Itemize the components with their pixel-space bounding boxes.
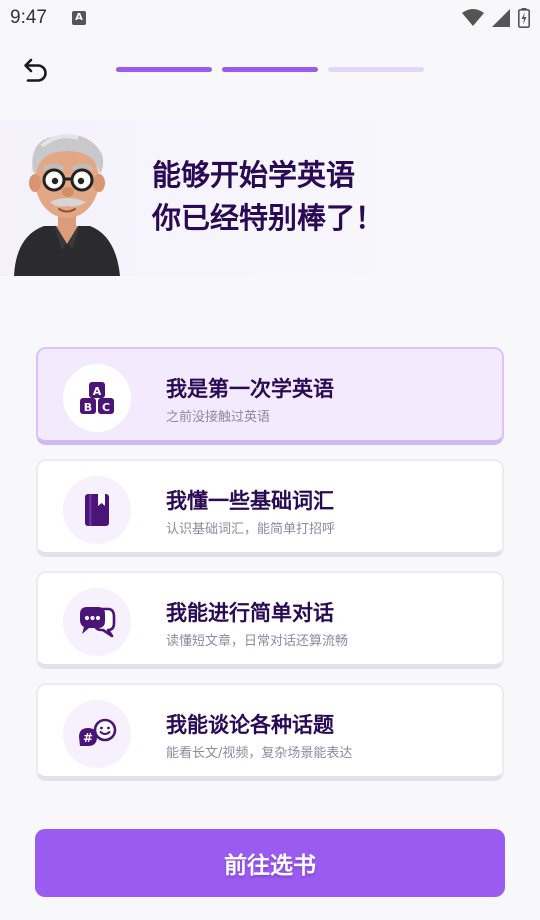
progress-segment: [328, 67, 424, 72]
go-select-book-button[interactable]: 前往选书: [35, 829, 505, 897]
hashtag-smile-icon: #: [63, 700, 131, 768]
progress-indicator: [116, 67, 424, 72]
hero-line-2: 你已经特别棒了！: [152, 201, 385, 235]
option-title: 我能谈论各种话题: [166, 713, 334, 737]
progress-segment: [116, 67, 212, 72]
progress-segment: [222, 67, 318, 72]
option-title: 我是第一次学英语: [166, 377, 334, 401]
battery-icon: [518, 8, 530, 28]
hero-message: 能够开始学英语 你已经特别棒了！: [152, 154, 384, 240]
option-simple-conversation[interactable]: 我能进行简单对话 读懂短文章，日常对话还算流畅: [36, 571, 504, 669]
abc-blocks-icon: A B C: [63, 364, 131, 432]
chat-bubbles-icon: [63, 588, 131, 656]
grandpa-avatar: [8, 128, 126, 276]
option-subtitle: 能看长文/视频，复杂场景能表达: [166, 746, 353, 761]
svg-text:A: A: [93, 385, 102, 398]
svg-text:C: C: [102, 401, 110, 414]
hero-line-1: 能够开始学英语: [152, 158, 356, 192]
option-various-topics[interactable]: # 我能谈论各种话题 能看长文/视频，复杂场景能表达: [36, 683, 504, 781]
wifi-icon: [462, 9, 484, 26]
signal-icon: [492, 9, 510, 27]
option-subtitle: 之前没接触过英语: [166, 410, 271, 425]
option-subtitle: 读懂短文章，日常对话还算流畅: [166, 634, 349, 649]
option-subtitle: 认识基础词汇，能简单打招呼: [166, 522, 336, 537]
system-icons: [462, 7, 530, 29]
back-button[interactable]: [20, 54, 52, 86]
a-icon: A: [72, 11, 86, 25]
svg-text:#: #: [83, 731, 93, 745]
status-bar: 9:47 A: [0, 0, 540, 36]
back-arrow-icon: [24, 58, 47, 82]
option-title: 我能进行简单对话: [166, 601, 334, 625]
option-first-time[interactable]: A B C 我是第一次学英语 之前没接触过英语: [36, 347, 504, 445]
svg-text:B: B: [84, 401, 92, 414]
status-time: 9:47: [10, 7, 47, 28]
option-title: 我懂一些基础词汇: [166, 489, 334, 513]
book-icon: [63, 476, 131, 544]
option-basic-vocabulary[interactable]: 我懂一些基础词汇 认识基础词汇，能简单打招呼: [36, 459, 504, 557]
